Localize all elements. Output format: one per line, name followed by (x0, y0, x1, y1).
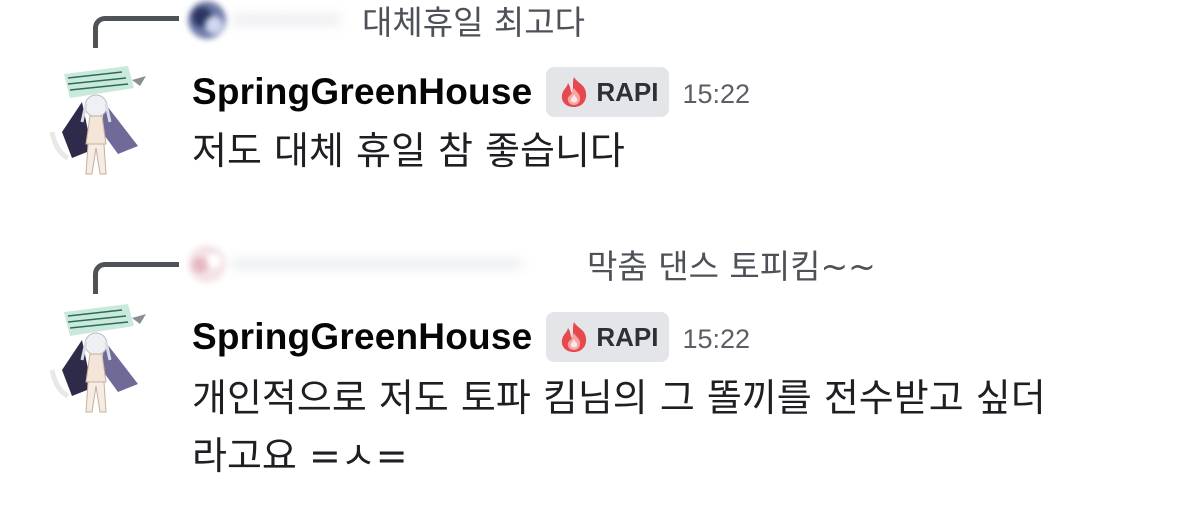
reply-author-name-redacted: ━━━━━━ (232, 3, 341, 37)
reply-connector (93, 262, 179, 294)
avatar[interactable] (42, 62, 152, 180)
reply-preview[interactable]: ━━━━━━ 대체휴일 최고다 (188, 0, 585, 42)
reply-preview[interactable]: ━━━━━━━━━━━━━━━━ 막춤 댄스 토피킴~~ (188, 244, 876, 286)
reply-author-avatar[interactable] (188, 245, 226, 283)
role-tag[interactable]: RAPI (546, 67, 669, 117)
message: ━━━━━━━━━━━━━━━━ 막춤 댄스 토피킴~~ SpringGreen… (0, 236, 1179, 529)
reply-text[interactable]: 막춤 댄스 토피킴~~ (587, 240, 876, 288)
reply-author-name-redacted: ━━━━━━━━━━━━━━━━ (232, 247, 521, 281)
message-content: 개인적으로 저도 토파 킴님의 그 똘끼를 전수받고 싶더 라고요 =ㅅ= (192, 369, 1142, 485)
message: ━━━━━━ 대체휴일 최고다 SpringGreenHouse RAPI 15… (0, 0, 1179, 200)
reply-connector (93, 16, 179, 48)
reply-text[interactable]: 대체휴일 최고다 (362, 0, 585, 44)
message-header: SpringGreenHouse RAPI 15:22 (192, 309, 750, 365)
fire-role-icon (562, 77, 587, 107)
timestamp[interactable]: 15:22 (683, 324, 751, 355)
chat-log: ━━━━━━ 대체휴일 최고다 SpringGreenHouse RAPI 15… (0, 0, 1179, 529)
username[interactable]: SpringGreenHouse (192, 71, 532, 113)
role-name: RAPI (596, 76, 659, 107)
username[interactable]: SpringGreenHouse (192, 316, 532, 358)
timestamp[interactable]: 15:22 (683, 79, 751, 110)
reply-author-avatar[interactable] (188, 1, 226, 39)
fire-role-icon (562, 322, 587, 352)
role-tag[interactable]: RAPI (546, 312, 669, 362)
avatar[interactable] (42, 300, 152, 418)
message-line: 개인적으로 저도 토파 킴님의 그 똘끼를 전수받고 싶더 (192, 376, 1046, 420)
message-header: SpringGreenHouse RAPI 15:22 (192, 64, 750, 120)
message-line: 라고요 =ㅅ= (192, 434, 408, 478)
role-name: RAPI (596, 321, 659, 352)
message-content: 저도 대체 휴일 참 좋습니다 (192, 129, 625, 173)
